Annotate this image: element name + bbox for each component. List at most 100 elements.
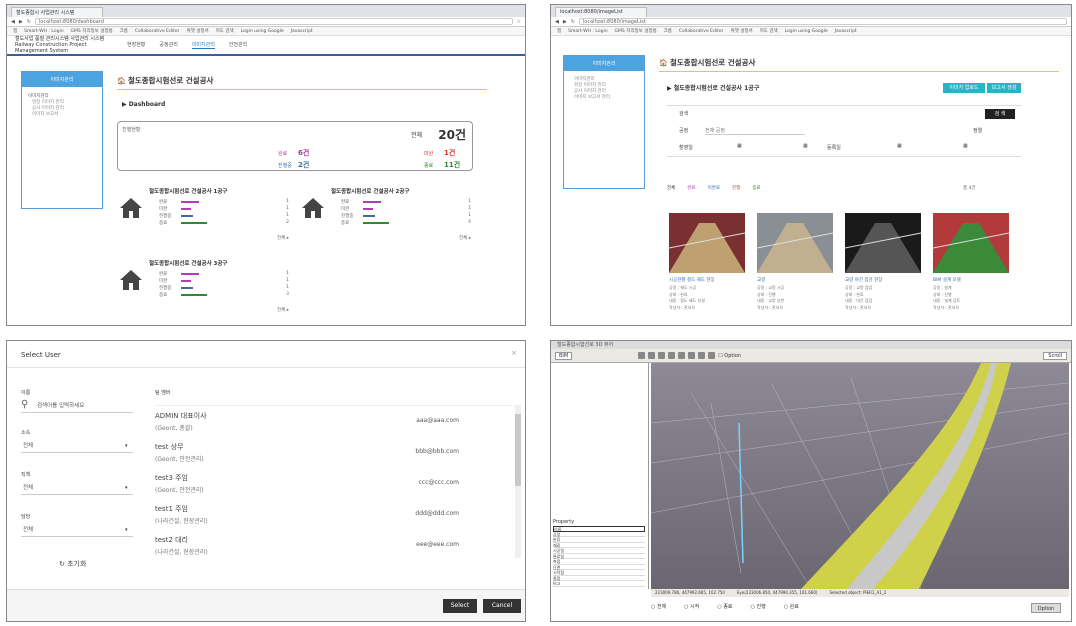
option-button[interactable]: Option — [1031, 603, 1061, 613]
back-icon[interactable]: ◀ — [555, 19, 559, 25]
bookmark-item[interactable]: 지도 검색 — [216, 28, 234, 34]
image-thumbnail[interactable] — [756, 213, 834, 273]
user-row[interactable]: test 상무 (Geont, 안전관리) bbb@bbb.com — [155, 442, 513, 472]
kind-select[interactable]: 전체 공정 — [705, 127, 805, 135]
date-label: 촬영일 — [679, 145, 693, 151]
task-select[interactable]: 전체 — [21, 523, 133, 537]
user-row[interactable]: test2 대리 (나라건설, 현장관리) eee@eee.com — [155, 535, 513, 565]
sidebar-item[interactable]: 이미지관리 — [22, 92, 102, 100]
dept-select[interactable]: 전체 — [21, 439, 133, 453]
sidebar-subitem[interactable]: 이미지 보고서 — [22, 112, 102, 118]
user-row[interactable]: test1 주임 (나라건설, 현장관리) ddd@ddd.com — [155, 504, 513, 534]
calendar-icon[interactable]: ▦ — [963, 143, 968, 149]
menu-item[interactable]: 안전관리 — [229, 41, 247, 49]
bookmark-item[interactable]: 크롬 — [120, 28, 128, 34]
bottom-control[interactable]: ○ 전체 — [651, 603, 666, 610]
calendar-icon[interactable]: ▦ — [803, 143, 808, 149]
rotate-icon[interactable] — [668, 352, 676, 359]
pan-icon[interactable] — [658, 352, 666, 359]
image-thumbnail[interactable] — [668, 213, 746, 273]
url-field[interactable]: localhost:8080/imageList — [578, 18, 1067, 25]
select-button[interactable]: Select — [443, 599, 477, 613]
back-icon[interactable]: ◀ — [11, 19, 15, 25]
reset-button[interactable]: ↻ 초기화 — [59, 559, 86, 569]
bookmark-item[interactable]: 위젯 설정서 — [730, 28, 752, 34]
bottom-control[interactable]: ○ 진행 — [751, 603, 766, 610]
zoom-select[interactable]: Scroll — [1043, 351, 1067, 360]
filter-0[interactable]: 전체 — [667, 185, 675, 191]
app-logo[interactable]: 철도사업 품질 관리시스템 사업관리 시스템 Railway Constructi… — [15, 36, 107, 54]
bookmark-item[interactable]: Javascript — [291, 29, 313, 34]
bookmark-item[interactable]: 앱 — [13, 28, 17, 34]
bookmark-item[interactable]: 지도 검색 — [760, 28, 778, 34]
bookmark-item[interactable]: GMS 지리정보 설정법 — [71, 28, 113, 34]
site-title[interactable]: 철도종합시험선로 건설공사 3공구 — [149, 259, 228, 267]
filter-1[interactable]: 완료 — [687, 185, 695, 191]
search-button[interactable]: 검 색 — [985, 109, 1015, 119]
bookmark-item[interactable]: Login using Google — [785, 29, 828, 34]
image-thumbnail[interactable] — [844, 213, 922, 273]
filter-3[interactable]: 진행 — [732, 185, 740, 191]
cancel-button[interactable]: Cancel — [483, 599, 521, 613]
select-icon[interactable] — [688, 352, 696, 359]
fit-icon[interactable] — [678, 352, 686, 359]
bottom-control[interactable]: ○ 시작 — [684, 603, 699, 610]
property-row[interactable]: 비고 — [553, 581, 645, 587]
image-caption[interactable]: 교량 — [757, 277, 833, 283]
bookmark-item[interactable]: Collaborative Editor — [135, 29, 180, 34]
measure-icon[interactable] — [698, 352, 706, 359]
filter-4[interactable]: 종료 — [752, 185, 760, 191]
bookmark-item[interactable]: Smart-WH : Login — [568, 29, 607, 34]
option-checkbox[interactable]: ☐ Option — [718, 353, 741, 359]
browser-tab[interactable]: localhost:8080/imageList — [555, 7, 647, 17]
report-button[interactable]: 보고서 생성 — [987, 83, 1021, 93]
user-row[interactable]: test3 주임 (Geont, 안전관리) ccc@ccc.com — [155, 473, 513, 503]
url-field[interactable]: localhost:8080/dashboard — [34, 18, 513, 25]
menu-item[interactable]: 이미지관리 — [191, 41, 215, 49]
forward-icon[interactable]: ▶ — [563, 19, 567, 25]
site-title[interactable]: 철도종합시험선로 건설공사 1공구 — [149, 187, 228, 195]
bookmark-item[interactable]: Collaborative Editor — [679, 29, 724, 34]
star-icon[interactable]: ☆ — [517, 19, 521, 25]
more-link[interactable]: 전체 ▸ — [277, 235, 289, 241]
filter-2[interactable]: 미완료 — [708, 185, 720, 191]
menu-item[interactable]: 현장현황 — [127, 41, 145, 49]
bookmark-item[interactable]: 위젯 설정서 — [186, 28, 208, 34]
close-icon[interactable]: × — [511, 349, 517, 357]
reload-icon[interactable]: ↻ — [571, 19, 575, 25]
image-meta: 공정 : 교량 시공 상태 : 진행 내용 : 교량 상판 작성자 : 관리자 — [757, 285, 833, 311]
bookmark-item[interactable]: Javascript — [835, 29, 857, 34]
more-link[interactable]: 전체 ▸ — [459, 235, 471, 241]
bookmark-item[interactable]: 크롬 — [664, 28, 672, 34]
role-select[interactable]: 전체 — [21, 481, 133, 495]
forward-icon[interactable]: ▶ — [19, 19, 23, 25]
bookmark-item[interactable]: Smart-WH : Login — [24, 29, 63, 34]
more-link[interactable]: 전체 ▸ — [277, 307, 289, 313]
tree-tab[interactable]: BIM — [555, 351, 573, 360]
image-caption[interactable]: 교량 야간 점검 현장 — [845, 277, 921, 283]
upload-button[interactable]: 이미지 업로드 — [943, 83, 985, 93]
scrollbar[interactable] — [515, 406, 521, 558]
name-search-input[interactable]: 검색어를 입력하세요 — [21, 399, 133, 413]
zoom-in-icon[interactable] — [638, 352, 646, 359]
image-thumbnail[interactable] — [932, 213, 1010, 273]
image-caption[interactable]: BIM 설계 모델 — [933, 277, 1009, 283]
zoom-out-icon[interactable] — [648, 352, 656, 359]
reload-icon[interactable]: ↻ — [27, 19, 31, 25]
bookmark-item[interactable]: 앱 — [557, 28, 561, 34]
bottom-control[interactable]: ○ 완료 — [784, 603, 799, 610]
calendar-icon[interactable]: ▦ — [737, 143, 742, 149]
user-row[interactable]: ADMIN 대표이사 (Geont, 총괄) aaa@aaa.com — [155, 411, 513, 441]
bookmark-item[interactable]: GMS 지리정보 설정법 — [615, 28, 657, 34]
bookmark-item[interactable]: Login using Google — [241, 29, 284, 34]
image-caption[interactable]: 시공현황 철도 궤도 현장 — [669, 277, 745, 283]
site-title[interactable]: 철도종합시험선로 건설공사 2공구 — [331, 187, 410, 195]
scrollbar-thumb[interactable] — [515, 414, 521, 486]
calendar-icon[interactable]: ▦ — [897, 143, 902, 149]
camera-icon[interactable] — [708, 352, 716, 359]
browser-tab[interactable]: 철도종합시 사업관리 시스템 — [11, 7, 103, 17]
menu-item[interactable]: 공정관리 — [159, 41, 177, 49]
3d-viewport[interactable] — [651, 363, 1069, 589]
sidebar-subitem[interactable]: 이미지 보고서 관리 — [564, 95, 644, 101]
bottom-control[interactable]: ○ 종료 — [717, 603, 732, 610]
